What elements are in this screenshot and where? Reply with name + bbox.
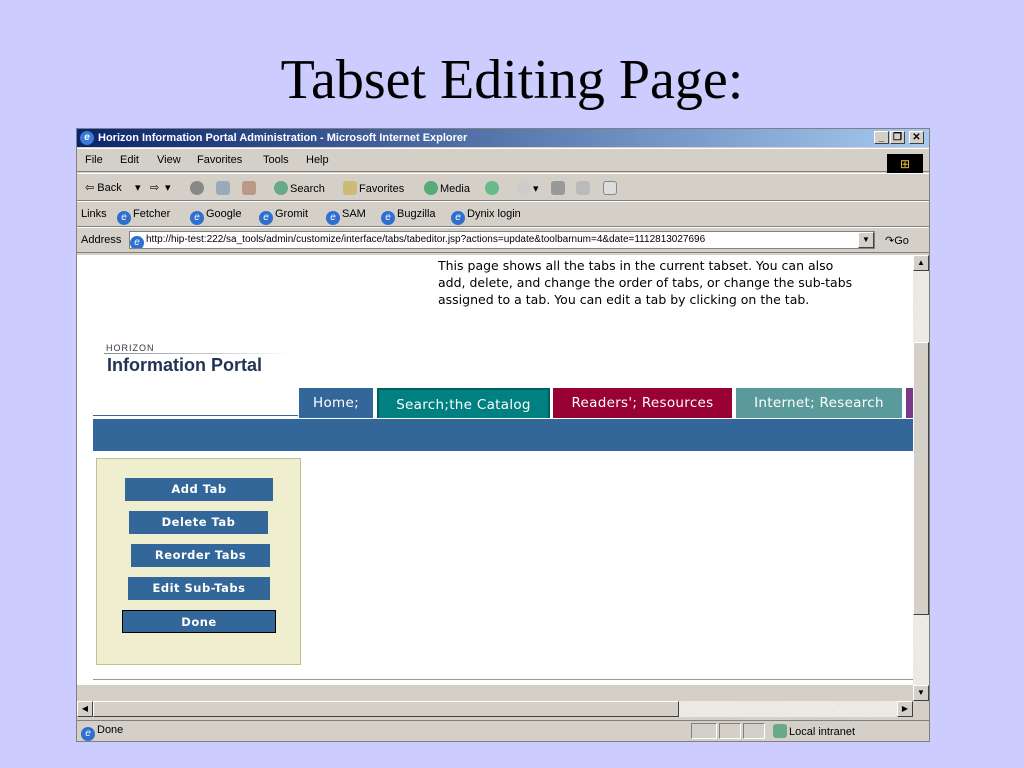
tab-search-the-catalog[interactable]: Search;the Catalog (377, 388, 550, 418)
ie-page-icon: e (130, 236, 144, 248)
forward-button[interactable]: ⇨ (150, 181, 159, 194)
menu-edit[interactable]: Edit (120, 154, 139, 166)
search-icon (274, 181, 288, 195)
ie-link-icon: e (190, 211, 204, 225)
edit-icon[interactable] (576, 181, 592, 195)
maximize-button[interactable]: ❐ (890, 131, 905, 144)
link-fetcher[interactable]: e Fetcher (117, 208, 170, 225)
refresh-icon[interactable] (216, 181, 232, 195)
windows-logo-icon: ⊞ (887, 154, 923, 174)
title-bar: e Horizon Information Portal Administrat… (77, 129, 929, 147)
go-arrow-icon: ↷ (885, 235, 895, 247)
menu-favorites[interactable]: Favorites (197, 154, 242, 166)
go-button[interactable]: ↷Go (885, 234, 909, 247)
tab-home[interactable]: Home; (299, 388, 373, 418)
status-cell (691, 723, 717, 739)
discuss-icon[interactable] (603, 181, 619, 195)
ie-icon: e (80, 131, 94, 145)
ie-link-icon: e (326, 211, 340, 225)
ie-link-icon: e (451, 211, 465, 225)
media-button[interactable]: Media (424, 181, 470, 195)
ie-status-icon: e (81, 727, 95, 741)
address-dropdown-icon[interactable]: ▼ (858, 232, 874, 248)
address-input[interactable]: e http://hip-test:222/sa_tools/admin/cust… (129, 231, 875, 249)
status-text: Done (97, 724, 124, 736)
back-button[interactable]: ⇦ Back (85, 181, 122, 194)
horizontal-scroll-thumb[interactable] (93, 701, 679, 717)
vertical-scrollbar[interactable]: ▲ ▼ (913, 255, 929, 701)
menu-view[interactable]: View (157, 154, 181, 166)
action-panel: Add Tab Delete Tab Reorder Tabs Edit Sub… (96, 458, 301, 665)
browser-window: e Horizon Information Portal Administrat… (76, 128, 930, 742)
scroll-down-icon[interactable]: ▼ (913, 685, 929, 701)
reorder-tabs-button[interactable]: Reorder Tabs (131, 544, 270, 567)
status-bar: e Done Local intranet (77, 720, 929, 741)
scroll-right-icon[interactable]: ▶ (897, 701, 913, 717)
search-button[interactable]: Search (274, 181, 325, 195)
back-dropdown-icon[interactable]: ▾ (135, 181, 141, 194)
favorites-button[interactable]: Favorites (343, 181, 404, 195)
status-left: e Done (81, 724, 123, 741)
print-icon[interactable] (551, 181, 567, 195)
tab-overflow[interactable] (906, 388, 913, 418)
menu-tools[interactable]: Tools (263, 154, 289, 166)
page-description: This page shows all the tabs in the curr… (438, 258, 853, 307)
status-cell (719, 723, 741, 739)
ie-link-icon: e (117, 211, 131, 225)
link-gromit[interactable]: e Gromit (259, 208, 308, 225)
tab-internet-research[interactable]: Internet; Research (736, 388, 902, 418)
stop-icon[interactable] (190, 181, 206, 195)
menu-file[interactable]: File (85, 154, 103, 166)
logo-horizon: HORIZON (106, 343, 155, 353)
history-icon[interactable] (485, 181, 501, 195)
link-google[interactable]: e Google (190, 208, 241, 225)
menu-help[interactable]: Help (306, 154, 329, 166)
scroll-up-icon[interactable]: ▲ (913, 255, 929, 271)
links-label: Links (81, 208, 107, 220)
horizontal-scrollbar[interactable]: ◀ ▶ (77, 701, 913, 717)
logo-rule (104, 353, 294, 354)
window-title: Horizon Information Portal Administratio… (98, 132, 468, 144)
page-content: This page shows all the tabs in the curr… (77, 255, 913, 685)
home-icon[interactable] (242, 181, 258, 195)
address-bar: Address e http://hip-test:222/sa_tools/ad… (77, 227, 929, 253)
link-bugzilla[interactable]: e Bugzilla (381, 208, 436, 225)
logo-information-portal: Information Portal (107, 355, 263, 375)
status-zone: Local intranet (773, 724, 855, 738)
ie-link-icon: e (381, 211, 395, 225)
minimize-button[interactable]: _ (874, 131, 889, 144)
vertical-scroll-thumb[interactable] (913, 342, 929, 615)
tab-readers-resources[interactable]: Readers'; Resources (553, 388, 732, 418)
favorites-icon (343, 181, 357, 195)
link-sam[interactable]: e SAM (326, 208, 366, 225)
menu-bar: File Edit View Favorites Tools Help ⊞ (77, 148, 929, 174)
scroll-left-icon[interactable]: ◀ (77, 701, 93, 717)
link-dynix-login[interactable]: e Dynix login (451, 208, 521, 225)
subtab-band (93, 419, 913, 451)
content-divider (93, 679, 913, 680)
delete-tab-button[interactable]: Delete Tab (129, 511, 268, 534)
close-button[interactable]: ✕ (909, 131, 924, 144)
slide-title: Tabset Editing Page: (280, 49, 744, 111)
edit-subtabs-button[interactable]: Edit Sub-Tabs (128, 577, 270, 600)
done-button[interactable]: Done (122, 610, 276, 633)
mail-icon[interactable]: ▾ (517, 181, 539, 195)
links-bar: Links e Fetcher e Google e Gromit e SAM e Bug… (77, 201, 929, 227)
forward-dropdown-icon[interactable]: ▾ (165, 181, 171, 194)
media-icon (424, 181, 438, 195)
add-tab-button[interactable]: Add Tab (125, 478, 273, 501)
tab-baseline (93, 415, 298, 416)
status-cell (743, 723, 765, 739)
address-url: http://hip-test:222/sa_tools/admin/custo… (146, 234, 706, 245)
address-label: Address (81, 234, 122, 246)
intranet-icon (773, 724, 787, 738)
standard-toolbar: ⇦ Back ▾ ⇨ ▾ Search Favorites Media ▾ (77, 173, 929, 201)
ie-link-icon: e (259, 211, 273, 225)
